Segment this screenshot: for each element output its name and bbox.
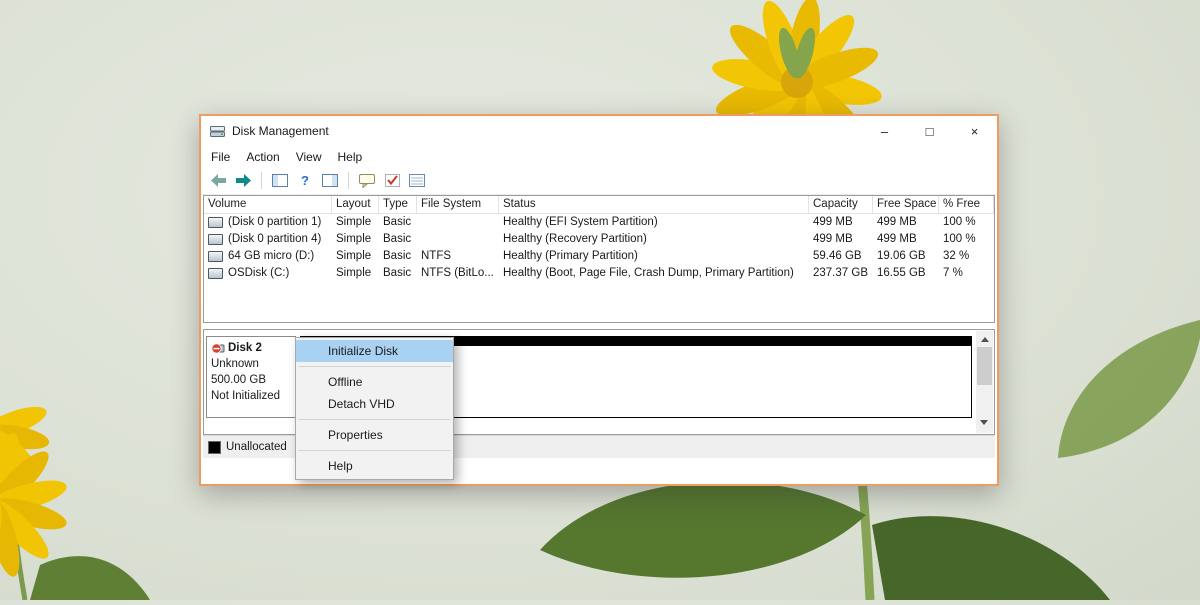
cell-type: Basic (379, 248, 417, 265)
disk-type: Unknown (211, 356, 291, 372)
cell-type: Basic (379, 265, 417, 282)
table-row[interactable]: (Disk 0 partition 1) Simple Basic Health… (204, 214, 994, 231)
window-title: Disk Management (232, 124, 329, 138)
cell-layout: Simple (332, 231, 379, 248)
back-icon[interactable] (209, 173, 227, 189)
maximize-button[interactable]: □ (907, 116, 952, 146)
cell-status: Healthy (Recovery Partition) (499, 231, 809, 248)
scrollbar-thumb[interactable] (977, 347, 992, 385)
table-row[interactable]: OSDisk (C:) Simple Basic NTFS (BitLo... … (204, 265, 994, 282)
column-header-layout[interactable]: Layout (332, 196, 379, 213)
cell-free-space: 19.06 GB (873, 248, 939, 265)
forward-icon[interactable] (234, 173, 252, 189)
menu-bar: File Action View Help (201, 146, 997, 167)
volume-icon (208, 234, 223, 245)
toolbar: ? (201, 167, 997, 195)
cell-pct-free: 7 % (939, 265, 994, 282)
volume-list: Volume Layout Type File System Status Ca… (203, 195, 995, 323)
menu-help[interactable]: Help (330, 148, 371, 166)
volume-name: (Disk 0 partition 1) (228, 214, 321, 231)
cell-free-space: 16.55 GB (873, 265, 939, 282)
cell-free-space: 499 MB (873, 231, 939, 248)
table-row[interactable]: (Disk 0 partition 4) Simple Basic Health… (204, 231, 994, 248)
popup-icon[interactable] (358, 173, 376, 189)
action-pane-icon[interactable] (321, 173, 339, 189)
menu-action[interactable]: Action (238, 148, 287, 166)
column-header-pct-free[interactable]: % Free (939, 196, 994, 213)
column-header-volume[interactable]: Volume (204, 196, 332, 213)
disk-name: Disk 2 (228, 340, 262, 356)
close-button[interactable]: × (952, 116, 997, 146)
volume-icon (208, 268, 223, 279)
cell-free-space: 499 MB (873, 214, 939, 231)
cell-pct-free: 100 % (939, 231, 994, 248)
scroll-down-button[interactable] (980, 420, 988, 429)
volume-name: (Disk 0 partition 4) (228, 231, 321, 248)
cell-file-system: NTFS (417, 248, 499, 265)
cell-capacity: 499 MB (809, 231, 873, 248)
menu-item-initialize-disk[interactable]: Initialize Disk (296, 340, 453, 362)
titlebar[interactable]: Disk Management – □ × (201, 116, 997, 146)
check-icon[interactable] (383, 173, 401, 189)
cell-pct-free: 32 % (939, 248, 994, 265)
disk-management-icon (210, 125, 225, 138)
volume-name: 64 GB micro (D:) (228, 248, 314, 265)
volume-list-header: Volume Layout Type File System Status Ca… (204, 196, 994, 214)
volume-name: OSDisk (C:) (228, 265, 289, 282)
disk-error-icon (211, 341, 225, 355)
volume-icon (208, 217, 223, 228)
cell-capacity: 237.37 GB (809, 265, 873, 282)
unallocated-swatch (208, 441, 221, 454)
minimize-button[interactable]: – (862, 116, 907, 146)
cell-pct-free: 100 % (939, 214, 994, 231)
cell-status: Healthy (Primary Partition) (499, 248, 809, 265)
column-header-capacity[interactable]: Capacity (809, 196, 873, 213)
cell-status: Healthy (Boot, Page File, Crash Dump, Pr… (499, 265, 809, 282)
menu-item-help[interactable]: Help (296, 455, 453, 477)
volume-icon (208, 251, 223, 262)
cell-capacity: 499 MB (809, 214, 873, 231)
cell-type: Basic (379, 231, 417, 248)
console-tree-icon[interactable] (271, 173, 289, 189)
disk-state: Not Initialized (211, 388, 291, 404)
help-icon[interactable]: ? (296, 173, 314, 189)
menu-item-properties[interactable]: Properties (296, 424, 453, 446)
vertical-scrollbar[interactable] (976, 331, 993, 433)
cell-capacity: 59.46 GB (809, 248, 873, 265)
cell-file-system: NTFS (BitLo... (417, 265, 499, 282)
disk-size: 500.00 GB (211, 372, 291, 388)
table-row[interactable]: 64 GB micro (D:) Simple Basic NTFS Healt… (204, 248, 994, 265)
column-header-type[interactable]: Type (379, 196, 417, 213)
cell-type: Basic (379, 214, 417, 231)
column-header-status[interactable]: Status (499, 196, 809, 213)
cell-layout: Simple (332, 214, 379, 231)
cell-layout: Simple (332, 248, 379, 265)
column-header-free-space[interactable]: Free Space (873, 196, 939, 213)
menu-separator (298, 366, 451, 367)
menu-item-detach-vhd[interactable]: Detach VHD (296, 393, 453, 415)
column-header-file-system[interactable]: File System (417, 196, 499, 213)
unallocated-label: Unallocated (226, 441, 287, 453)
menu-view[interactable]: View (288, 148, 330, 166)
cell-status: Healthy (EFI System Partition) (499, 214, 809, 231)
menu-separator (298, 450, 451, 451)
scroll-up-button[interactable] (976, 331, 993, 346)
disk-2-header[interactable]: Disk 2 Unknown 500.00 GB Not Initialized (206, 336, 296, 418)
toolbar-separator (261, 172, 262, 189)
menu-item-offline[interactable]: Offline (296, 371, 453, 393)
menu-file[interactable]: File (203, 148, 238, 166)
menu-separator (298, 419, 451, 420)
list-view-icon[interactable] (408, 173, 426, 189)
context-menu: Initialize Disk Offline Detach VHD Prope… (295, 337, 454, 480)
toolbar-separator (348, 172, 349, 189)
cell-layout: Simple (332, 265, 379, 282)
